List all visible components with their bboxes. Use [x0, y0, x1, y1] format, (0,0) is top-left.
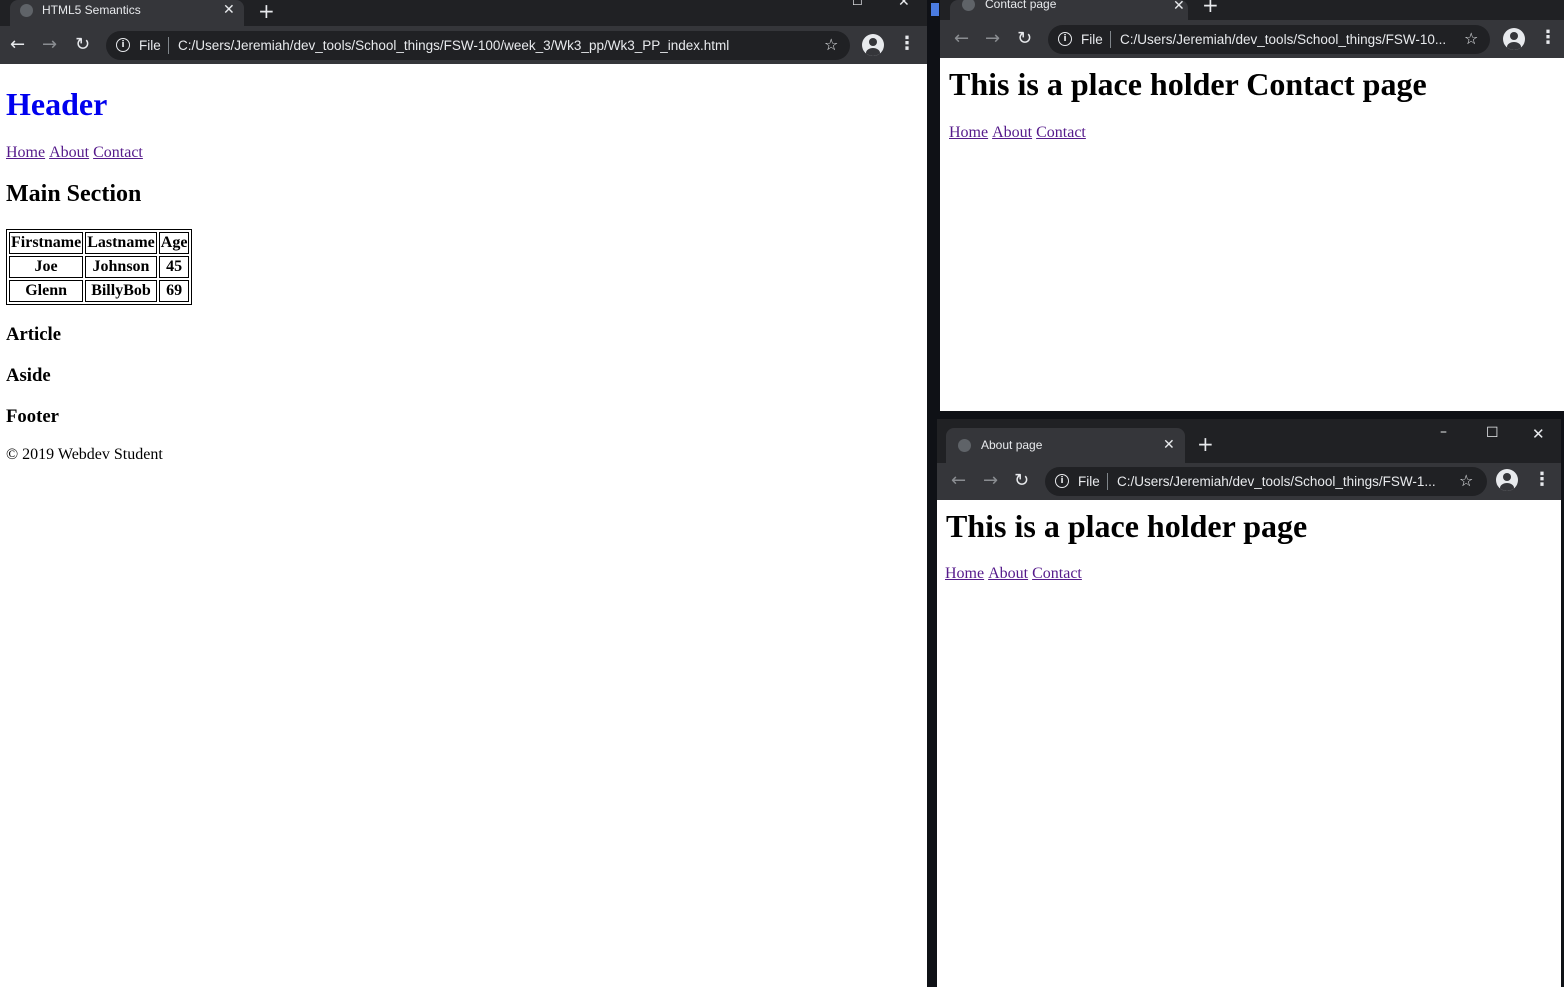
tab-title: About page [981, 438, 1043, 452]
bookmark-star-icon[interactable]: ☆ [1459, 471, 1473, 490]
contact-page-content: This is a place holder Contact page Home… [940, 58, 1564, 411]
about-nav: Home About Contact [945, 565, 1086, 583]
about-page-heading: This is a place holder page [946, 508, 1308, 544]
nav-link-contact[interactable]: Contact [1032, 565, 1082, 582]
tab-strip: HTML5 Semantics ✕ + ☐ ✕ [0, 0, 927, 26]
omni-separator [1110, 31, 1111, 48]
forward-icon[interactable]: → [985, 29, 1000, 49]
new-tab-button[interactable]: + [258, 1, 275, 21]
browser-toolbar: ← → ↻ i File C:/Users/Jeremiah/dev_tools… [0, 26, 927, 64]
nav-link-home[interactable]: Home [945, 565, 984, 582]
close-tab-icon[interactable]: ✕ [1163, 436, 1175, 453]
menu-icon[interactable]: ⋮ [1539, 29, 1557, 47]
tab-contact-page[interactable]: Contact page ✕ [950, 0, 1188, 20]
omni-separator [168, 37, 169, 54]
table-cell: BillyBob [85, 280, 157, 302]
file-label: File [1078, 474, 1100, 489]
main-nav: Home About Contact [6, 144, 147, 162]
back-icon[interactable]: ← [951, 471, 966, 491]
table-header-cell: Firstname [9, 232, 84, 254]
nav-link-home[interactable]: Home [949, 124, 988, 141]
table-header-row: Firstname Lastname Age [9, 232, 190, 254]
profile-icon[interactable] [862, 34, 884, 56]
main-section-heading: Main Section [6, 181, 142, 207]
new-tab-button[interactable]: + [1202, 0, 1219, 15]
main-page-content: Header Home About Contact Main Section Fir… [0, 64, 927, 987]
tab-title: Contact page [985, 0, 1057, 11]
table-cell: Glenn [9, 280, 84, 302]
about-page-content: This is a place holder page Home About Con… [937, 500, 1561, 987]
nav-link-about[interactable]: About [992, 124, 1032, 141]
globe-icon [20, 4, 33, 17]
table-row: Joe Johnson 45 [9, 256, 190, 278]
close-window-icon[interactable]: ✕ [898, 0, 910, 10]
article-heading: Article [6, 324, 61, 345]
nav-link-about[interactable]: About [988, 565, 1028, 582]
minimize-icon[interactable]: – [1440, 424, 1447, 440]
copyright-text: © 2019 Webdev Student [6, 446, 163, 463]
new-tab-button[interactable]: + [1197, 434, 1214, 454]
url-text[interactable]: C:/Users/Jeremiah/dev_tools/School_thing… [1120, 32, 1446, 47]
aside-heading: Aside [6, 365, 51, 386]
nav-link-contact[interactable]: Contact [1036, 124, 1086, 141]
omni-separator [1107, 473, 1108, 490]
footer-heading: Footer [6, 406, 59, 427]
reload-icon[interactable]: ↻ [1017, 29, 1032, 49]
reload-icon[interactable]: ↻ [75, 35, 90, 55]
browser-toolbar: ← → ↻ i File C:/Users/Jeremiah/dev_tools… [940, 20, 1564, 58]
page-header: Header [6, 86, 108, 122]
info-icon[interactable]: i [1058, 32, 1072, 46]
tab-html5-semantics[interactable]: HTML5 Semantics ✕ [10, 0, 244, 26]
table-cell: Johnson [85, 256, 157, 278]
globe-icon [958, 439, 971, 452]
main-browser-window: HTML5 Semantics ✕ + ☐ ✕ ← → ↻ i File C:/… [0, 0, 927, 987]
tab-about-page[interactable]: About page ✕ [946, 428, 1185, 463]
table-row: Glenn BillyBob 69 [9, 280, 190, 302]
back-icon[interactable]: ← [10, 35, 25, 55]
back-icon[interactable]: ← [954, 29, 969, 49]
tab-strip: About page ✕ + – ☐ ✕ [937, 419, 1561, 463]
tab-strip: Contact page ✕ + [940, 0, 1564, 20]
people-table: Firstname Lastname Age Joe Johnson 45 Gl… [6, 229, 193, 305]
profile-icon[interactable] [1496, 469, 1518, 491]
table-cell: 45 [158, 256, 190, 278]
forward-icon[interactable]: → [983, 471, 998, 491]
info-icon[interactable]: i [1055, 474, 1069, 488]
table-cell: 69 [158, 280, 190, 302]
contact-nav: Home About Contact [949, 124, 1090, 142]
address-bar[interactable]: i File C:/Users/Jeremiah/dev_tools/Schoo… [1048, 25, 1490, 54]
reload-icon[interactable]: ↻ [1014, 471, 1029, 491]
close-tab-icon[interactable]: ✕ [223, 1, 235, 18]
url-text[interactable]: C:/Users/Jeremiah/dev_tools/School_thing… [178, 38, 729, 53]
nav-link-about[interactable]: About [49, 144, 89, 161]
bookmark-star-icon[interactable]: ☆ [824, 35, 838, 54]
file-label: File [1081, 32, 1103, 47]
address-bar[interactable]: i File C:/Users/Jeremiah/dev_tools/Schoo… [106, 31, 850, 60]
taskbar-app-icon [931, 3, 939, 16]
table-cell: Joe [9, 256, 84, 278]
table-header-cell: Age [158, 232, 190, 254]
tab-title: HTML5 Semantics [42, 3, 141, 17]
info-icon[interactable]: i [116, 38, 130, 52]
forward-icon[interactable]: → [42, 35, 57, 55]
menu-icon[interactable]: ⋮ [898, 35, 916, 53]
nav-link-home[interactable]: Home [6, 144, 45, 161]
profile-icon[interactable] [1503, 28, 1525, 50]
contact-page-heading: This is a place holder Contact page [949, 66, 1427, 102]
maximize-icon[interactable]: ☐ [852, 0, 863, 8]
maximize-icon[interactable]: ☐ [1486, 425, 1499, 441]
menu-icon[interactable]: ⋮ [1533, 471, 1551, 489]
bookmark-star-icon[interactable]: ☆ [1464, 29, 1478, 48]
url-text[interactable]: C:/Users/Jeremiah/dev_tools/School_thing… [1117, 474, 1436, 489]
file-label: File [139, 38, 161, 53]
close-window-icon[interactable]: ✕ [1532, 425, 1545, 443]
table-header-cell: Lastname [85, 232, 157, 254]
address-bar[interactable]: i File C:/Users/Jeremiah/dev_tools/Schoo… [1045, 467, 1487, 496]
close-tab-icon[interactable]: ✕ [1173, 0, 1185, 14]
browser-toolbar: ← → ↻ i File C:/Users/Jeremiah/dev_tools… [937, 463, 1561, 500]
contact-browser-window: Contact page ✕ + ← → ↻ i File C:/Users/J… [940, 0, 1564, 411]
globe-icon [962, 0, 975, 11]
nav-link-contact[interactable]: Contact [93, 144, 143, 161]
about-browser-window: About page ✕ + – ☐ ✕ ← → ↻ i File C:/Use… [937, 419, 1561, 987]
